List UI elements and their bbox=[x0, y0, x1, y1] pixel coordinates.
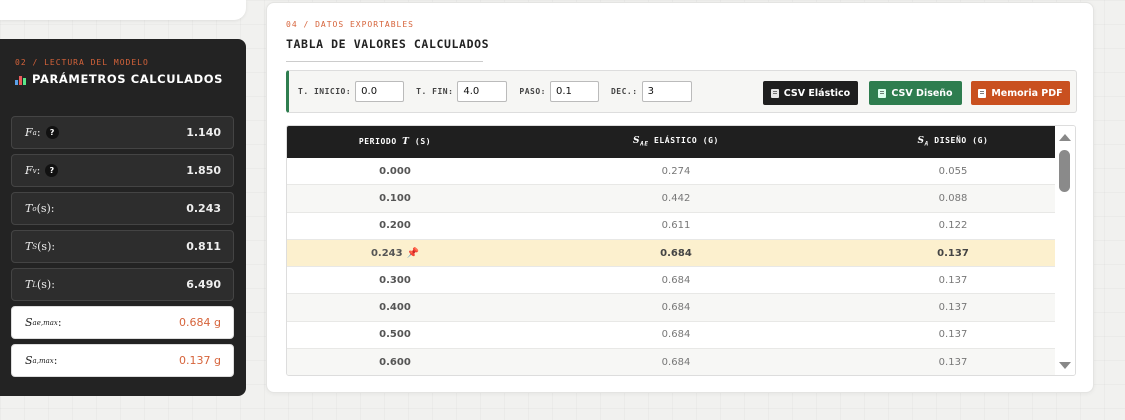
cell-period: 0.100 bbox=[379, 192, 411, 204]
cell-elastic: 0.274 bbox=[661, 165, 691, 177]
csv-design-label: CSV Diseño bbox=[891, 87, 953, 99]
pushpin-icon: 📌 bbox=[406, 247, 420, 259]
cell-period: 0.243 📌 bbox=[370, 247, 420, 259]
table-header: PERIODO T (S) SAE ELÁSTICO (G) SA DISEÑO… bbox=[287, 126, 1057, 158]
table-body: 0.000 0.274 0.055 0.100 0.442 0.088 0.200 0.611… bbox=[287, 158, 1057, 375]
table-row: 0.600 0.684 0.137 bbox=[287, 349, 1057, 375]
decimals-label: DEC.: bbox=[610, 87, 638, 96]
parameter-value: 0.684 g bbox=[179, 316, 221, 329]
parameter-value: 1.140 bbox=[186, 126, 221, 139]
parameter-label: Sa,max: bbox=[25, 354, 58, 367]
previous-card bbox=[0, 0, 246, 20]
cell-design: 0.055 bbox=[938, 165, 968, 177]
cell-period: 0.400 bbox=[379, 302, 411, 314]
cell-period: 0.000 bbox=[379, 165, 411, 177]
parameter-value: 0.811 bbox=[186, 240, 221, 253]
pdf-report-label: Memoria PDF bbox=[991, 87, 1063, 99]
parameter-value: 0.137 g bbox=[179, 354, 221, 367]
header-elastic: SAE ELÁSTICO (G) bbox=[633, 136, 719, 148]
parameter-label: TS (s): bbox=[25, 240, 56, 253]
parameters-title-row: PARÁMETROS CALCULADOS bbox=[15, 72, 246, 86]
cell-elastic: 0.684 bbox=[661, 302, 691, 314]
floppy-icon bbox=[878, 88, 887, 98]
table-row: 0.500 0.684 0.137 bbox=[287, 322, 1057, 350]
table-row: 0.000 0.274 0.055 bbox=[287, 158, 1057, 186]
t-start-input[interactable] bbox=[355, 81, 405, 102]
cell-period: 0.300 bbox=[379, 274, 411, 286]
cell-design: 0.137 bbox=[937, 247, 969, 259]
cell-period: 0.500 bbox=[379, 329, 411, 341]
parameter-row: TS (s): 0.811 bbox=[11, 230, 234, 263]
help-icon[interactable]: ? bbox=[45, 126, 59, 139]
parameters-eyebrow: 02 / LECTURA DEL MODELO bbox=[15, 58, 149, 67]
parameter-value: 6.490 bbox=[186, 278, 221, 291]
title-divider bbox=[286, 61, 483, 62]
cell-period: 0.200 bbox=[379, 220, 411, 232]
cell-elastic: 0.684 bbox=[661, 329, 691, 341]
parameter-value: 1.850 bbox=[186, 164, 221, 177]
header-design: SA DISEÑO (G) bbox=[917, 136, 989, 148]
csv-elastic-button[interactable]: CSV Elástico bbox=[763, 81, 858, 105]
step-label: PASO: bbox=[519, 87, 546, 96]
values-table: PERIODO T (S) SAE ELÁSTICO (G) SA DISEÑO… bbox=[286, 125, 1076, 376]
parameter-label: Fa:? bbox=[25, 126, 59, 139]
help-icon[interactable]: ? bbox=[45, 164, 59, 177]
cell-elastic: 0.611 bbox=[661, 220, 691, 232]
parameter-label: Sae,max: bbox=[25, 316, 62, 329]
cell-design: 0.137 bbox=[938, 356, 968, 368]
table-title: TABLA DE VALORES CALCULADOS bbox=[286, 37, 490, 51]
cell-design: 0.137 bbox=[938, 302, 968, 314]
cell-elastic: 0.684 bbox=[661, 356, 691, 368]
t-start-label: T. INICIO: bbox=[298, 87, 352, 96]
header-period: PERIODO T (S) bbox=[358, 137, 432, 147]
cell-elastic: 0.684 bbox=[661, 274, 691, 286]
parameters-title: PARÁMETROS CALCULADOS bbox=[32, 72, 223, 86]
t-end-input[interactable] bbox=[457, 81, 508, 102]
cell-design: 0.137 bbox=[938, 274, 968, 286]
cell-design: 0.137 bbox=[938, 329, 968, 341]
scroll-up-arrow-icon[interactable] bbox=[1059, 134, 1071, 141]
table-row: 0.400 0.684 0.137 bbox=[287, 294, 1057, 322]
bar-chart-icon bbox=[15, 74, 26, 85]
table-scrollbar[interactable] bbox=[1055, 126, 1075, 375]
table-row: 0.200 0.611 0.122 bbox=[287, 213, 1057, 240]
cell-period: 0.600 bbox=[379, 356, 411, 368]
document-icon bbox=[978, 88, 987, 98]
export-toolbar: T. INICIO: T. FIN: PASO: DEC.: CSV Elást… bbox=[286, 70, 1077, 113]
parameter-row: Sae,max: 0.684 g bbox=[11, 306, 234, 339]
scrollbar-thumb[interactable] bbox=[1059, 150, 1070, 192]
parameter-label: To (s): bbox=[25, 202, 55, 215]
table-eyebrow: 04 / DATOS EXPORTABLES bbox=[286, 20, 414, 29]
step-input[interactable] bbox=[549, 81, 599, 102]
table-row: 0.100 0.442 0.088 bbox=[287, 185, 1057, 213]
parameter-label: Fv:? bbox=[25, 164, 59, 177]
parameter-row: TL (s): 6.490 bbox=[11, 268, 234, 301]
parameter-value: 0.243 bbox=[186, 202, 221, 215]
parameter-row: Fv:? 1.850 bbox=[11, 154, 234, 187]
decimals-input[interactable] bbox=[641, 81, 692, 102]
csv-elastic-label: CSV Elástico bbox=[783, 87, 851, 99]
cell-design: 0.122 bbox=[938, 220, 968, 232]
parameter-row: To (s): 0.243 bbox=[11, 192, 234, 225]
cell-elastic: 0.684 bbox=[660, 247, 692, 259]
table-card: 04 / DATOS EXPORTABLES TABLA DE VALORES … bbox=[266, 2, 1094, 393]
parameter-row: Fa:? 1.140 bbox=[11, 116, 234, 149]
csv-design-button[interactable]: CSV Diseño bbox=[869, 81, 962, 105]
parameter-row: Sa,max: 0.137 g bbox=[11, 344, 234, 377]
pdf-report-button[interactable]: Memoria PDF bbox=[971, 81, 1070, 105]
cell-elastic: 0.442 bbox=[661, 192, 691, 204]
table-row: 0.243 📌 0.684 0.137 bbox=[287, 239, 1057, 268]
floppy-icon bbox=[770, 88, 779, 98]
cell-design: 0.088 bbox=[938, 192, 968, 204]
table-row: 0.300 0.684 0.137 bbox=[287, 267, 1057, 295]
parameter-label: TL (s): bbox=[25, 278, 55, 291]
scroll-down-arrow-icon[interactable] bbox=[1059, 362, 1071, 369]
t-end-label: T. FIN: bbox=[416, 87, 454, 96]
